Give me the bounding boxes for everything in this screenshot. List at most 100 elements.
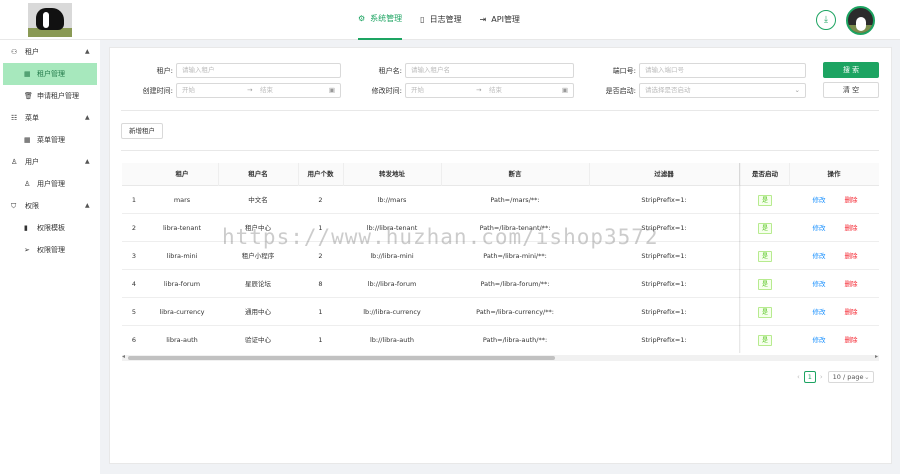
tab-label: 日志管理 <box>429 15 462 24</box>
sidebar-group-tenant[interactable]: ⚇ 租户 ▲ <box>0 41 100 63</box>
edit-link[interactable]: 修改 <box>804 298 834 326</box>
col-header-tenant-name: 租户名 <box>248 170 268 178</box>
sidebar-group-label: 租户 <box>25 48 39 56</box>
delete-link[interactable]: 删除 <box>836 270 866 298</box>
table-icon: ▦ <box>24 70 31 78</box>
table-header: 租户 租户名 用户个数 转发地址 断言 过滤器 是否启动 操作 <box>122 163 879 186</box>
port-input[interactable]: 请输入端口号 <box>639 63 806 78</box>
edit-link[interactable]: 修改 <box>804 326 834 353</box>
tab-log-management[interactable]: ▯ 日志管理 <box>420 0 461 40</box>
filter-label: 租户名: <box>378 66 402 75</box>
add-tenant-button[interactable]: 新增租户 <box>121 123 163 139</box>
tenant-icon: ⚇ <box>11 48 18 56</box>
user-icon: ♙ <box>11 158 18 166</box>
sidebar-item-label: 菜单管理 <box>37 136 65 144</box>
sidebar-item-permission-template[interactable]: ▮ 权限模板 <box>3 217 97 239</box>
divider <box>121 150 879 151</box>
tab-label: 系统管理 <box>370 14 403 23</box>
logo-dog <box>36 8 64 30</box>
gear-icon: ⚙ <box>358 14 366 23</box>
edit-link[interactable]: 修改 <box>804 242 834 270</box>
top-header: ⚙ 系统管理 ▯ 日志管理 ⇥ API管理 ⤓ <box>0 0 900 40</box>
delete-link[interactable]: 删除 <box>836 242 866 270</box>
arrow-right-icon: → <box>476 86 482 94</box>
tab-system-management[interactable]: ⚙ 系统管理 <box>358 0 403 40</box>
divider <box>121 110 879 111</box>
cell-enabled: 是 <box>741 270 789 298</box>
sidebar-item-label: 申请租户管理 <box>37 92 79 100</box>
delete-link[interactable]: 删除 <box>836 214 866 242</box>
logo[interactable] <box>28 3 72 37</box>
avatar[interactable] <box>846 6 875 35</box>
page-size-value: 10 / page <box>832 373 864 381</box>
sidebar-group-menu[interactable]: ☷ 菜单 ▲ <box>0 107 100 129</box>
col-header-user-count: 用户个数 <box>307 170 334 178</box>
status-badge: 是 <box>757 278 772 290</box>
cell-predicate: Path=/libra-currency/**: <box>476 308 554 316</box>
clear-button[interactable]: 清 空 <box>823 82 879 98</box>
sidebar-item-apply-tenant[interactable]: 🗑 申请租户管理 <box>3 85 97 107</box>
next-page-icon[interactable]: › <box>820 373 823 381</box>
tenant-name-input[interactable]: 请输入租户名 <box>405 63 574 78</box>
chevron-down-icon: ⌄ <box>864 373 870 381</box>
col-header-enabled: 是否启动 <box>752 170 778 178</box>
enabled-select[interactable]: 请选择是否启动 ⌄ <box>639 83 806 98</box>
scroll-left-arrow-icon[interactable]: ◂ <box>122 353 125 360</box>
search-button[interactable]: 搜 索 <box>823 62 879 78</box>
cell-index: 1 <box>131 196 137 204</box>
tenant-input[interactable]: 请输入租户 <box>176 63 341 78</box>
scroll-right-arrow-icon[interactable]: ▸ <box>875 353 878 360</box>
prev-page-icon[interactable]: ‹ <box>797 373 800 381</box>
filter-modified-time: 修改时间: 开始 → 结束 ▣ <box>350 83 574 98</box>
horizontal-scrollbar[interactable]: ◂ ▸ <box>122 353 879 361</box>
status-badge: 是 <box>757 222 772 234</box>
cell-user-count: 8 <box>318 280 323 288</box>
cell-user-count: 1 <box>318 308 323 316</box>
cell-predicate: Path=/libra-auth/**: <box>482 336 548 344</box>
delete-link[interactable]: 删除 <box>836 298 866 326</box>
sidebar-item-tenant-management[interactable]: ▦ 租户管理 <box>3 63 97 85</box>
cell-user-count: 1 <box>318 336 323 344</box>
sidebar-group-label: 用户 <box>25 158 39 166</box>
filter-label: 端口号: <box>612 66 636 75</box>
sidebar-item-user-management[interactable]: ♙ 用户管理 <box>3 173 97 195</box>
sidebar: ⚇ 租户 ▲ ▦ 租户管理 🗑 申请租户管理 ☷ 菜单 ▲ ▦ 菜单管理 ♙ 用… <box>0 40 100 474</box>
delete-link[interactable]: 删除 <box>836 186 866 214</box>
tab-api-management[interactable]: ⇥ API管理 <box>480 0 520 40</box>
modified-time-range[interactable]: 开始 → 结束 ▣ <box>405 83 574 98</box>
cell-enabled: 是 <box>741 326 789 353</box>
cell-user-count: 2 <box>318 196 323 204</box>
status-badge: 是 <box>757 194 772 206</box>
sidebar-item-menu-management[interactable]: ▦ 菜单管理 <box>3 129 97 151</box>
edit-link[interactable]: 修改 <box>804 214 834 242</box>
cell-uri: lb://libra-forum <box>367 280 417 288</box>
cell-tenant: libra-forum <box>163 280 201 288</box>
page-size-select[interactable]: 10 / page ⌄ <box>827 371 874 383</box>
watermark: https://www.huzhan.com/ishop3572 <box>222 225 659 249</box>
table-row: 4 libra-forum 星辰论坛 8 lb://libra-forum Path=/l… <box>122 270 879 298</box>
filter-label: 修改时间: <box>371 86 402 95</box>
delete-link[interactable]: 删除 <box>836 326 866 353</box>
sidebar-group-permission[interactable]: ⛉ 权限 ▲ <box>0 195 100 217</box>
placeholder: 请输入租户名 <box>411 66 450 74</box>
scrollbar-thumb[interactable] <box>128 356 555 360</box>
sidebar-item-permission-management[interactable]: ➢ 权限管理 <box>3 239 97 261</box>
arrow-right-icon: → <box>247 86 253 94</box>
created-time-range[interactable]: 开始 → 结束 ▣ <box>176 83 341 98</box>
page-number-current[interactable]: 1 <box>803 371 816 383</box>
menu-icon: ☷ <box>11 114 18 122</box>
col-header-uri: 转发地址 <box>379 170 405 178</box>
edit-link[interactable]: 修改 <box>804 186 834 214</box>
chevron-up-icon: ▲ <box>85 48 90 55</box>
send-icon: ➢ <box>24 246 30 254</box>
sidebar-group-label: 权限 <box>25 202 39 210</box>
edit-link[interactable]: 修改 <box>804 270 834 298</box>
status-badge: 是 <box>757 306 772 318</box>
sidebar-group-user[interactable]: ♙ 用户 ▲ <box>0 151 100 173</box>
table-row: 1 mars 中文名 2 lb://mars Path=/mars/**: StripPre… <box>122 186 879 214</box>
download-button[interactable]: ⤓ <box>816 10 836 30</box>
sidebar-item-label: 权限模板 <box>37 224 65 232</box>
cell-enabled: 是 <box>741 214 789 242</box>
cell-tenant-name: 通用中心 <box>245 308 271 316</box>
cell-tenant-name: 星辰论坛 <box>245 280 271 288</box>
